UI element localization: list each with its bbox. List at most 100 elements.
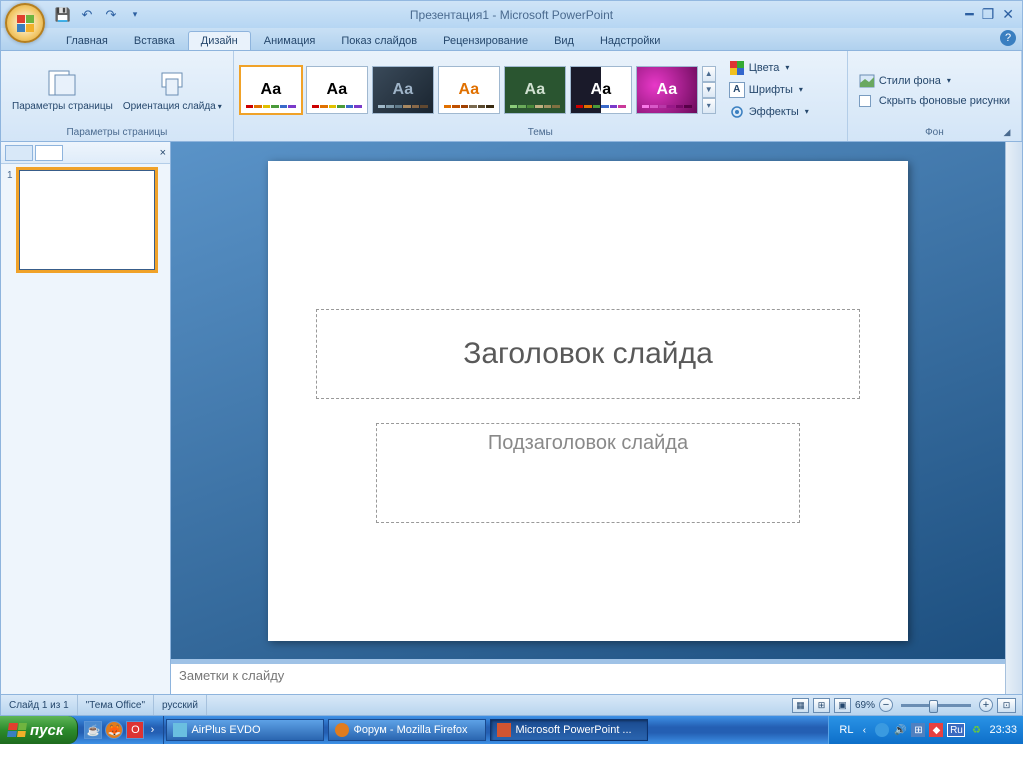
tab-addins[interactable]: Надстройки (587, 31, 673, 50)
ribbon: Параметры страницы Ориентация слайда▾ Па… (0, 50, 1023, 142)
slide-canvas[interactable]: Заголовок слайда Подзаголовок слайда (268, 161, 908, 641)
quick-launch: ☕ 🦊 O › (78, 716, 164, 744)
tray-icon-4[interactable]: ◆ (929, 723, 943, 737)
tray-icon-1[interactable] (875, 723, 889, 737)
slideshow-view-button[interactable]: ▣ (834, 698, 851, 713)
undo-icon[interactable]: ↶ (77, 5, 97, 25)
zoom-slider[interactable] (901, 704, 971, 707)
effects-icon (729, 104, 745, 120)
start-button[interactable]: пуск (0, 716, 78, 744)
ql-icon-3[interactable]: O (126, 721, 144, 739)
normal-view-button[interactable]: ▦ (792, 698, 809, 713)
ql-icon-1[interactable]: ☕ (84, 721, 102, 739)
restore-button[interactable]: ❐ (982, 6, 995, 23)
gallery-more-icon[interactable]: ▾ (702, 98, 716, 114)
close-icon[interactable]: × (160, 147, 166, 159)
tray-icon-2[interactable]: 🔊 (893, 723, 907, 737)
title-placeholder[interactable]: Заголовок слайда (316, 309, 860, 399)
theme-thumb-7[interactable]: Аа (636, 66, 698, 114)
slide-thumbnail[interactable]: 1 (7, 170, 164, 270)
themes-gallery[interactable]: Аа Аа Аа Аа Аа (240, 66, 716, 114)
zoom-in-button[interactable]: + (979, 698, 993, 712)
firefox-icon (335, 723, 349, 737)
chevron-down-icon: ▾ (805, 107, 809, 116)
gallery-down-icon[interactable]: ▼ (702, 82, 716, 98)
tab-review[interactable]: Рецензирование (430, 31, 541, 50)
slide-editor: Заголовок слайда Подзаголовок слайда Зам… (171, 142, 1005, 694)
office-button[interactable] (5, 3, 45, 43)
status-theme[interactable]: "Тема Office" (78, 695, 154, 715)
tab-view[interactable]: Вид (541, 31, 587, 50)
notes-pane[interactable]: Заметки к слайду (171, 664, 1005, 694)
tray-icon-3[interactable]: ⊞ (911, 723, 925, 737)
effects-button[interactable]: Эффекты▾ (724, 101, 814, 123)
tab-design[interactable]: Дизайн (188, 31, 251, 50)
gallery-up-icon[interactable]: ▲ (702, 66, 716, 82)
taskbar: пуск ☕ 🦊 O › AirPlus EVDO Форум - Mozill… (0, 716, 1023, 744)
tray-icon-5[interactable]: ♻ (969, 723, 983, 737)
fonts-icon: A (729, 82, 745, 98)
tab-animation[interactable]: Анимация (251, 31, 329, 50)
colors-icon (729, 60, 745, 76)
powerpoint-icon (497, 723, 511, 737)
tray-lang-ru[interactable]: Ru (947, 723, 965, 737)
theme-thumb-1[interactable]: Аа (240, 66, 302, 114)
status-bar: Слайд 1 из 1 "Тема Office" русский ▦ ⊞ ▣… (0, 694, 1023, 716)
theme-thumb-2[interactable]: Аа (306, 66, 368, 114)
page-setup-button[interactable]: Параметры страницы (7, 64, 118, 116)
orientation-icon (156, 67, 188, 99)
clock[interactable]: 23:33 (989, 724, 1017, 736)
bg-styles-button[interactable]: Стили фона▾ (854, 70, 1015, 92)
tab-insert[interactable]: Вставка (121, 31, 188, 50)
lang-indicator[interactable]: RL (839, 724, 853, 736)
save-icon[interactable]: 💾 (53, 5, 73, 25)
ribbon-tabs: Главная Вставка Дизайн Анимация Показ сл… (0, 28, 1023, 50)
slides-tab[interactable] (5, 145, 33, 161)
sorter-view-button[interactable]: ⊞ (813, 698, 830, 713)
slide-panel: × 1 (1, 142, 171, 694)
fonts-button[interactable]: A Шрифты▾ (724, 79, 814, 101)
tray-expand-icon[interactable]: ‹ (857, 723, 871, 737)
group-label-pagesetup: Параметры страницы (7, 125, 227, 141)
minimize-button[interactable]: ━ (965, 6, 973, 23)
orientation-button[interactable]: Ориентация слайда▾ (118, 64, 227, 116)
subtitle-placeholder[interactable]: Подзаголовок слайда (376, 423, 800, 523)
gallery-scroll[interactable]: ▲ ▼ ▾ (702, 66, 716, 114)
theme-thumb-4[interactable]: Аа (438, 66, 500, 114)
dialog-launcher-icon[interactable]: ◢ (1001, 127, 1013, 139)
group-label-background: Фон ◢ (854, 125, 1015, 141)
task-powerpoint[interactable]: Microsoft PowerPoint ... (490, 719, 648, 741)
ql-expand-icon[interactable]: › (147, 721, 157, 739)
redo-icon[interactable]: ↷ (101, 5, 121, 25)
checkbox-icon (859, 95, 871, 107)
task-firefox[interactable]: Форум - Mozilla Firefox (328, 719, 486, 741)
task-airplus[interactable]: AirPlus EVDO (166, 719, 324, 741)
colors-button[interactable]: Цвета▾ (724, 57, 814, 79)
panel-tabs: × (1, 142, 170, 164)
system-tray: RL ‹ 🔊 ⊞ ◆ Ru ♻ 23:33 (828, 716, 1023, 744)
page-setup-icon (46, 67, 78, 99)
group-themes: Аа Аа Аа Аа Аа (234, 51, 848, 141)
tab-home[interactable]: Главная (53, 31, 121, 50)
window-title: Презентация1 - Microsoft PowerPoint (410, 8, 613, 22)
qat-customize-icon[interactable]: ▾ (125, 5, 145, 25)
chevron-down-icon: ▾ (218, 102, 222, 111)
close-button[interactable]: ✕ (1002, 6, 1014, 23)
help-icon[interactable]: ? (1000, 30, 1016, 46)
vertical-scrollbar[interactable] (1005, 142, 1022, 694)
airplus-icon (173, 723, 187, 737)
theme-thumb-3[interactable]: Аа (372, 66, 434, 114)
hide-bg-checkbox[interactable]: Скрыть фоновые рисунки (854, 92, 1015, 110)
fit-button[interactable]: ⊡ (997, 698, 1016, 713)
zoom-out-button[interactable]: − (879, 698, 893, 712)
theme-thumb-6[interactable]: Аа (570, 66, 632, 114)
tab-slideshow[interactable]: Показ слайдов (328, 31, 430, 50)
windows-logo-icon (7, 723, 27, 737)
status-slide-counter[interactable]: Слайд 1 из 1 (1, 695, 78, 715)
outline-tab[interactable] (35, 145, 63, 161)
zoom-level[interactable]: 69% (855, 700, 875, 711)
ql-icon-2[interactable]: 🦊 (105, 721, 123, 739)
status-language[interactable]: русский (154, 695, 207, 715)
title-bar: 💾 ↶ ↷ ▾ Презентация1 - Microsoft PowerPo… (0, 0, 1023, 28)
theme-thumb-5[interactable]: Аа (504, 66, 566, 114)
